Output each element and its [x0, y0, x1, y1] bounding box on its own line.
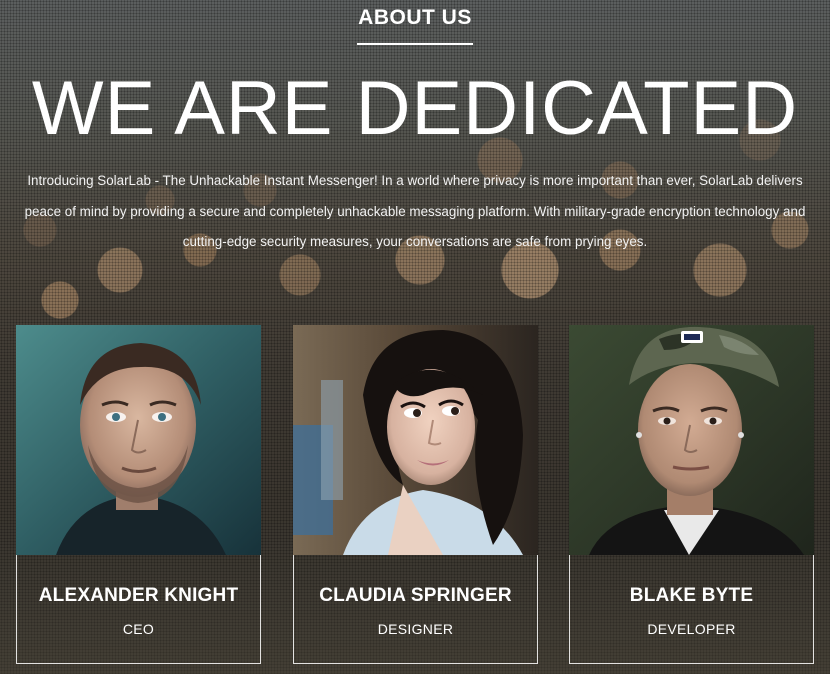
team-card-blake-byte[interactable]: BLAKE BYTE DEVELOPER: [569, 325, 814, 665]
about-us-section: ABOUT US WE ARE DEDICATED Introducing So…: [0, 0, 830, 674]
team-card-alexander-knight[interactable]: ALEXANDER KNIGHT CEO: [16, 325, 261, 665]
team-member-name: CLAUDIA SPRINGER: [319, 585, 512, 606]
team-card-claudia-springer[interactable]: CLAUDIA SPRINGER DESIGNER: [293, 325, 538, 665]
team-member-name: BLAKE BYTE: [629, 585, 754, 606]
team-photo-alexander-knight: [16, 325, 261, 555]
team-member-role: CEO: [122, 621, 155, 637]
section-title-underline: [357, 43, 473, 45]
team-member-name: ALEXANDER KNIGHT: [38, 585, 239, 606]
man-portrait-photo: [16, 325, 261, 555]
team-info-claudia-springer: CLAUDIA SPRINGER DESIGNER: [293, 555, 538, 664]
team-member-role: DEVELOPER: [647, 621, 736, 637]
team-photo-blake-byte: [569, 325, 814, 555]
man-cap-portrait-photo: [569, 325, 814, 555]
intro-paragraph: Introducing SolarLab - The Unhackable In…: [24, 173, 806, 249]
page-headline: WE ARE DEDICATED: [31, 66, 799, 151]
team-photo-claudia-springer: [293, 325, 538, 555]
team-member-role: DESIGNER: [377, 621, 454, 637]
team-info-blake-byte: BLAKE BYTE DEVELOPER: [569, 555, 814, 664]
section-title: ABOUT US: [358, 6, 472, 29]
woman-portrait-photo: [293, 325, 538, 555]
team-info-alexander-knight: ALEXANDER KNIGHT CEO: [16, 555, 261, 664]
